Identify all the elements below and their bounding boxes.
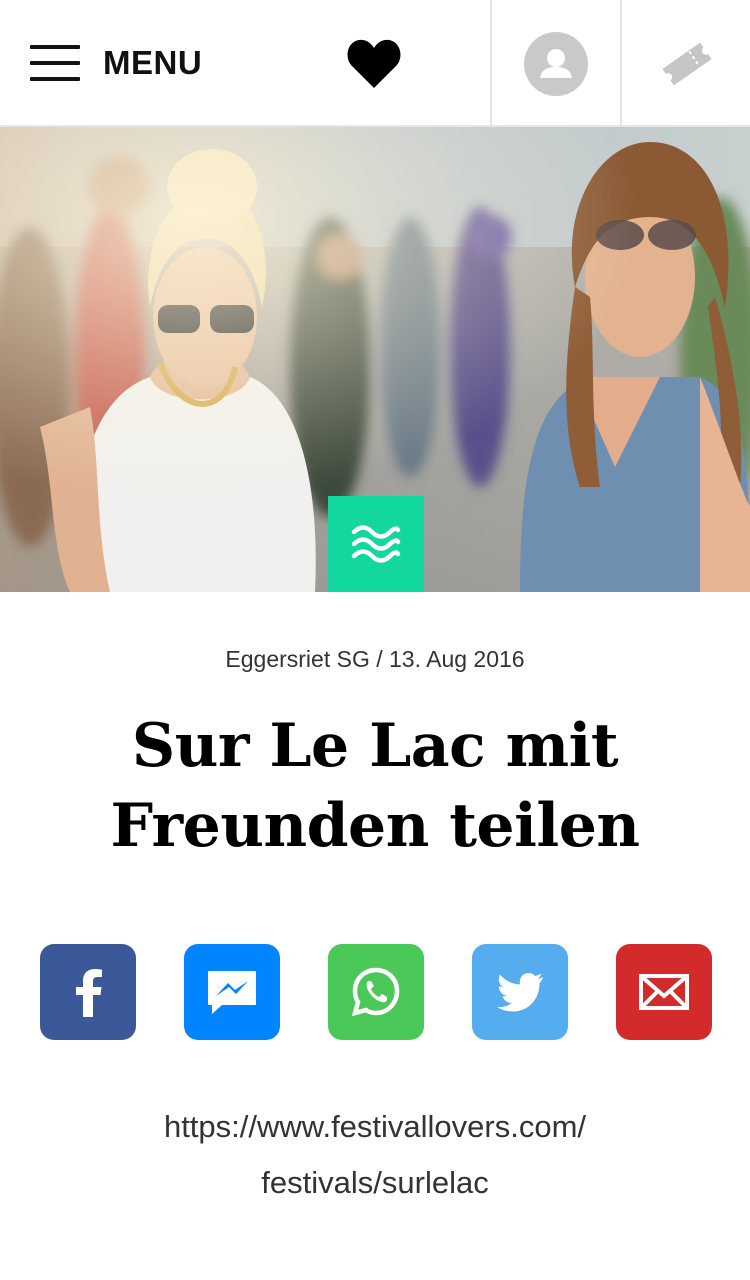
mail-icon — [639, 974, 689, 1010]
event-meta: Eggersriet SG / 13. Aug 2016 — [225, 646, 525, 672]
category-badge — [328, 496, 424, 592]
waves-icon — [351, 525, 401, 563]
share-twitter-button[interactable] — [472, 944, 568, 1040]
twitter-icon — [497, 973, 543, 1012]
title-line: Freunden teilen — [110, 791, 640, 861]
page-title: Sur Le Lac mit Freunden teilen — [40, 706, 710, 866]
heart-icon — [347, 39, 401, 88]
share-url-line: https://www.festivallovers.com/ — [163, 1109, 587, 1144]
menu-button[interactable]: MENU — [30, 40, 202, 86]
header-divider — [490, 0, 492, 125]
share-url-line: festivals/surlelac — [261, 1165, 489, 1200]
facebook-icon — [76, 969, 102, 1017]
favorites-button[interactable] — [345, 36, 403, 90]
profile-button[interactable] — [524, 32, 588, 96]
whatsapp-icon — [351, 967, 400, 1017]
share-buttons — [40, 944, 712, 1040]
share-whatsapp-button[interactable] — [328, 944, 424, 1040]
menu-label: MENU — [103, 44, 203, 81]
title-line: Sur Le Lac mit — [131, 711, 619, 781]
hamburger-icon — [30, 45, 80, 81]
share-url[interactable]: https://www.festivallovers.com/ festival… — [0, 1099, 750, 1211]
messenger-icon — [208, 971, 256, 1014]
user-icon — [540, 49, 572, 78]
share-messenger-button[interactable] — [184, 944, 280, 1040]
share-email-button[interactable] — [616, 944, 712, 1040]
header-divider — [620, 0, 622, 125]
top-bar: MENU — [0, 0, 750, 127]
ticket-icon — [662, 42, 712, 86]
tickets-button[interactable] — [656, 36, 718, 92]
share-facebook-button[interactable] — [40, 944, 136, 1040]
